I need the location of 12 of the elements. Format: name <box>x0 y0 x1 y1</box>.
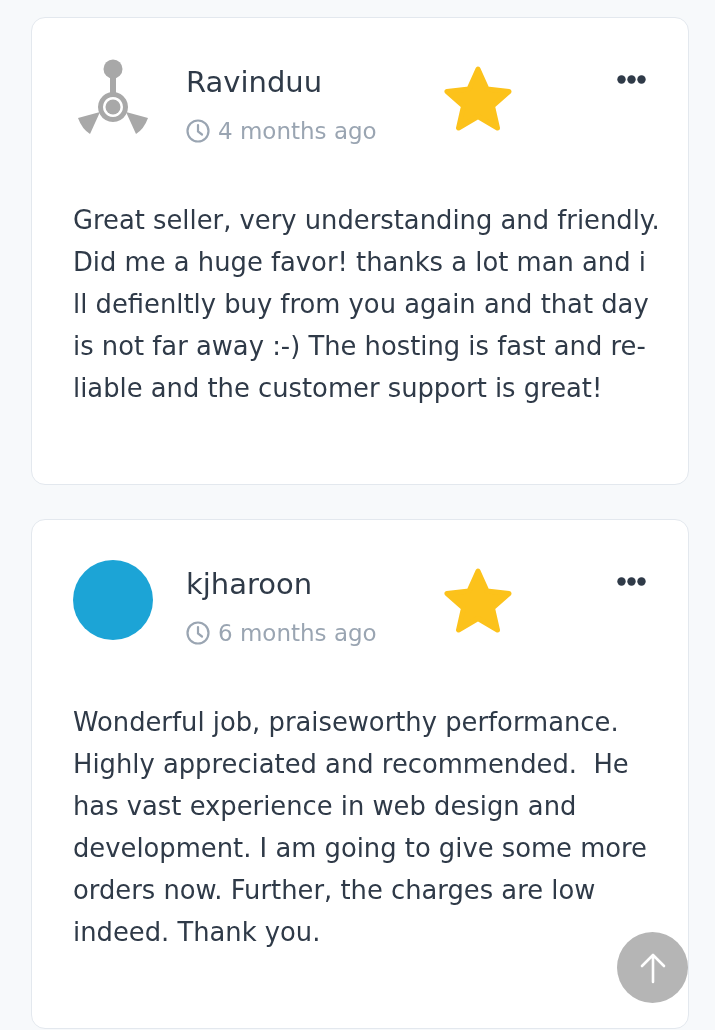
more-options-icon[interactable] <box>617 577 646 586</box>
review-time: 4 months ago <box>218 118 377 144</box>
reviewer-name: Ravinduu <box>186 64 323 101</box>
more-options-icon[interactable] <box>617 75 646 84</box>
reviewer-name: kjharoon <box>186 566 313 603</box>
review-text: Wonderful job, praiseworthy performance. Highly appreciated and recommended. He has vast experience in web design and development. I am going to give some more orders now. Further, the charges are low indeed. Thank you. <box>73 706 648 949</box>
review-text: Great seller, very understanding and friendly. Did me a huge favor! thanks a lot man and i ll defienltly buy from you again and that day is not far away :-) The hosting is fast and re-liable and the customer support is great! <box>73 204 661 405</box>
arrow-up-icon <box>639 951 666 984</box>
clock-icon <box>186 119 210 143</box>
review-time: 6 months ago <box>218 620 377 646</box>
clock-icon <box>186 621 210 645</box>
default-avatar-icon <box>77 59 149 134</box>
